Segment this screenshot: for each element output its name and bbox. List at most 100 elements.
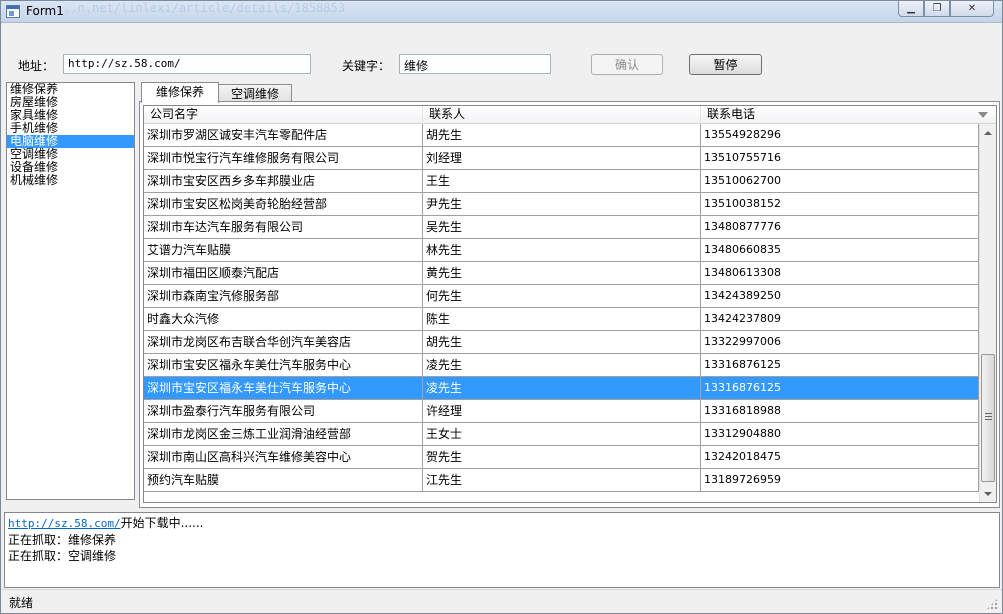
table-row[interactable]: 深圳市宝安区福永车美仕汽车服务中心 凌先生 13316876125	[144, 354, 980, 377]
cell-phone[interactable]: 13480660835	[701, 239, 979, 261]
cell-contact[interactable]: 凌先生	[423, 354, 701, 376]
confirm-button[interactable]: 确认	[591, 54, 663, 75]
grid-body: 深圳市罗湖区诚安丰汽车零配件店 胡先生 13554928296 深圳市悦宝行汽车维修服…	[144, 124, 980, 492]
log-line-3: 正在抓取：空调维修	[8, 549, 117, 563]
cell-contact[interactable]: 尹先生	[423, 193, 701, 215]
cell-phone[interactable]: 13424389250	[701, 285, 979, 307]
cell-contact[interactable]: 许经理	[423, 400, 701, 422]
cell-contact[interactable]: 胡先生	[423, 124, 701, 146]
column-header-phone-label: 联系电话	[707, 107, 756, 121]
cell-contact[interactable]: 刘经理	[423, 147, 701, 169]
cell-contact[interactable]: 凌先生	[423, 377, 701, 399]
table-row[interactable]: 深圳市宝安区松岗美奇轮胎经营部 尹先生 13510038152	[144, 193, 980, 216]
cell-company[interactable]: 深圳市龙岗区布吉联合华创汽车美容店	[144, 331, 423, 353]
close-button[interactable]: ✕	[950, 1, 994, 17]
cell-phone[interactable]: 13312904880	[701, 423, 979, 445]
cell-contact[interactable]: 贺先生	[423, 446, 701, 468]
cell-phone[interactable]: 13316818988	[701, 400, 979, 422]
log-url-link[interactable]: http://sz.58.com/	[8, 517, 121, 530]
table-row[interactable]: 深圳市盈泰行汽车服务有限公司 许经理 13316818988	[144, 400, 980, 423]
cell-phone[interactable]: 13424237809	[701, 308, 979, 330]
pause-button[interactable]: 暂停	[689, 54, 762, 75]
cell-company[interactable]: 深圳市宝安区福永车美仕汽车服务中心	[144, 377, 423, 399]
cell-phone[interactable]: 13189726959	[701, 469, 979, 491]
cell-company[interactable]: 深圳市宝安区西乡多车邦膜业店	[144, 170, 423, 192]
table-row[interactable]: 深圳市车达汽车服务有限公司 吴先生 13480877776	[144, 216, 980, 239]
cell-phone[interactable]: 13322997006	[701, 331, 979, 353]
cell-phone[interactable]: 13316876125	[701, 377, 979, 399]
cell-contact[interactable]: 江先生	[423, 469, 701, 491]
scroll-up-button[interactable]	[980, 124, 996, 141]
table-row[interactable]: 深圳市悦宝行汽车维修服务有限公司 刘经理 13510755716	[144, 147, 980, 170]
cell-company[interactable]: 深圳市龙岗区金三炼工业润滑油经营部	[144, 423, 423, 445]
scroll-down-icon	[984, 491, 992, 496]
cell-phone[interactable]: 13510062700	[701, 170, 979, 192]
cell-contact[interactable]: 黄先生	[423, 262, 701, 284]
cell-contact[interactable]: 王女士	[423, 423, 701, 445]
cell-phone[interactable]: 13316876125	[701, 354, 979, 376]
cell-company[interactable]: 艾谱力汽车贴膜	[144, 239, 423, 261]
ghost-overlay-text: ...n.net/linlexi/article/details/1858853	[56, 1, 345, 15]
cell-company[interactable]: 深圳市福田区顺泰汽配店	[144, 262, 423, 284]
maximize-button[interactable]: ❐	[924, 1, 950, 17]
cell-contact[interactable]: 胡先生	[423, 331, 701, 353]
cell-phone[interactable]: 13242018475	[701, 446, 979, 468]
keyword-input[interactable]: 维修	[399, 54, 551, 74]
grid-vertical-scrollbar[interactable]	[979, 124, 996, 502]
table-row[interactable]: 深圳市龙岗区金三炼工业润滑油经营部 王女士 13312904880	[144, 423, 980, 446]
sort-descending-icon	[978, 112, 988, 118]
column-header-company[interactable]: 公司名字	[144, 106, 423, 124]
cell-company[interactable]: 深圳市南山区高科兴汽车维修美容中心	[144, 446, 423, 468]
window-controls: ▁ ❐ ✕	[898, 1, 994, 17]
cell-phone[interactable]: 13510038152	[701, 193, 979, 215]
form-icon	[6, 5, 20, 18]
tab-1[interactable]: 维修保养	[141, 82, 220, 103]
cell-phone[interactable]: 13480877776	[701, 216, 979, 238]
results-grid: 公司名字 联系人 联系电话 深圳市罗湖区诚安丰汽车零配件店 胡先生 13554928…	[143, 105, 997, 503]
table-row[interactable]: 深圳市宝安区西乡多车邦膜业店 王生 13510062700	[144, 170, 980, 193]
cell-company[interactable]: 深圳市罗湖区诚安丰汽车零配件店	[144, 124, 423, 146]
table-row[interactable]: 深圳市罗湖区诚安丰汽车零配件店 胡先生 13554928296	[144, 124, 980, 147]
minimize-button[interactable]: ▁	[898, 1, 924, 17]
column-header-contact[interactable]: 联系人	[423, 106, 701, 124]
table-row[interactable]: 深圳市龙岗区布吉联合华创汽车美容店 胡先生 13322997006	[144, 331, 980, 354]
cell-contact[interactable]: 何先生	[423, 285, 701, 307]
cell-phone[interactable]: 13554928296	[701, 124, 979, 146]
cell-company[interactable]: 深圳市森南宝汽修服务部	[144, 285, 423, 307]
status-text: 就绪	[9, 596, 34, 610]
table-row[interactable]: 深圳市南山区高科兴汽车维修美容中心 贺先生 13242018475	[144, 446, 980, 469]
cell-company[interactable]: 深圳市宝安区松岗美奇轮胎经营部	[144, 193, 423, 215]
cell-contact[interactable]: 林先生	[423, 239, 701, 261]
table-row[interactable]: 深圳市福田区顺泰汽配店 黄先生 13480613308	[144, 262, 980, 285]
cell-contact[interactable]: 陈生	[423, 308, 701, 330]
cell-phone[interactable]: 13510755716	[701, 147, 979, 169]
log-output[interactable]: http://sz.58.com/开始下载中...... 正在抓取：维修保养 正…	[4, 512, 1000, 588]
cell-contact[interactable]: 王生	[423, 170, 701, 192]
resize-grip-icon[interactable]	[986, 598, 998, 610]
column-header-phone[interactable]: 联系电话	[701, 106, 996, 124]
address-label: 地址：	[18, 59, 55, 73]
cell-company[interactable]: 深圳市悦宝行汽车维修服务有限公司	[144, 147, 423, 169]
grid-header: 公司名字 联系人 联系电话	[144, 106, 996, 124]
cell-company[interactable]: 时鑫大众汽修	[144, 308, 423, 330]
table-row[interactable]: 预约汽车贴膜 江先生 13189726959	[144, 469, 980, 492]
table-row[interactable]: 艾谱力汽车贴膜 林先生 13480660835	[144, 239, 980, 262]
category-item-8[interactable]: 机械维修	[7, 174, 134, 187]
cell-company[interactable]: 深圳市车达汽车服务有限公司	[144, 216, 423, 238]
scroll-up-icon	[984, 130, 992, 135]
cell-company[interactable]: 预约汽车贴膜	[144, 469, 423, 491]
table-row[interactable]: 时鑫大众汽修 陈生 13424237809	[144, 308, 980, 331]
cell-contact[interactable]: 吴先生	[423, 216, 701, 238]
minimize-icon: ▁	[907, 3, 915, 14]
cell-company[interactable]: 深圳市盈泰行汽车服务有限公司	[144, 400, 423, 422]
table-row[interactable]: 深圳市宝安区福永车美仕汽车服务中心 凌先生 13316876125	[144, 377, 980, 400]
close-icon: ✕	[967, 3, 977, 14]
cell-phone[interactable]: 13480613308	[701, 262, 979, 284]
main-window: Form1 ...n.net/linlexi/article/details/1…	[0, 0, 1003, 614]
table-row[interactable]: 深圳市森南宝汽修服务部 何先生 13424389250	[144, 285, 980, 308]
scroll-thumb[interactable]	[981, 354, 995, 482]
scroll-down-button[interactable]	[980, 485, 996, 502]
category-list[interactable]: 维修保养 房屋维修 家具维修 手机维修 电脑维修 空调维修 设备维修 机械维修	[6, 82, 135, 500]
address-input[interactable]: http://sz.58.com/	[63, 54, 311, 74]
cell-company[interactable]: 深圳市宝安区福永车美仕汽车服务中心	[144, 354, 423, 376]
